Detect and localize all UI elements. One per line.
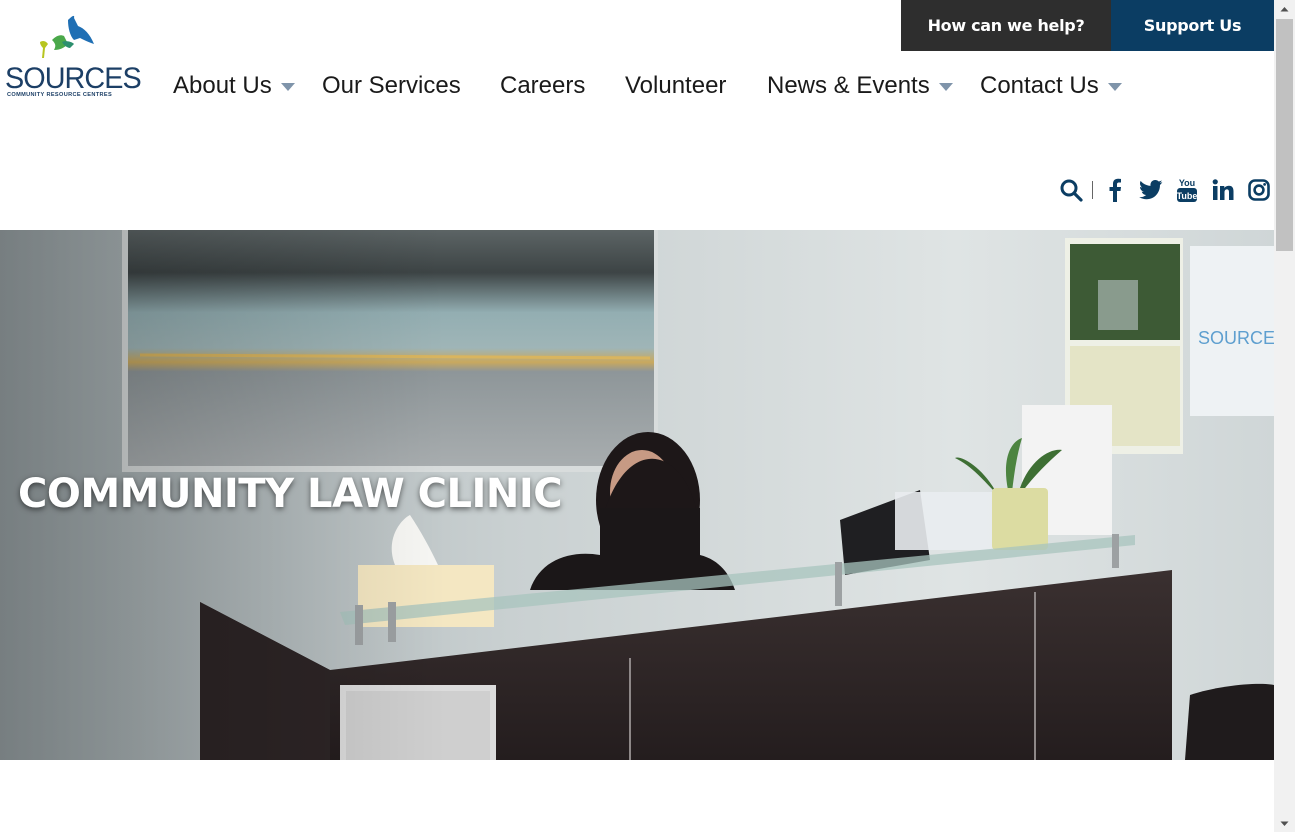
sources-logo[interactable]: SOURCES COMMUNITY RESOURCE CENTRES	[4, 14, 142, 100]
logo-birds-icon	[40, 15, 94, 58]
youtube-text-bottom: Tube	[1177, 191, 1198, 201]
facebook-icon[interactable]	[1102, 176, 1128, 204]
scroll-down-arrow-icon[interactable]	[1274, 815, 1295, 832]
nav-label: Contact Us	[980, 72, 1099, 99]
nav-item-volunteer[interactable]: Volunteer	[625, 70, 726, 102]
linkedin-icon[interactable]	[1210, 176, 1236, 204]
logo-tagline: COMMUNITY RESOURCE CENTRES	[7, 92, 113, 98]
chevron-down-icon	[280, 83, 295, 91]
nav-item-careers[interactable]: Careers	[500, 70, 585, 102]
divider	[1092, 181, 1093, 199]
youtube-icon[interactable]: You Tube	[1174, 176, 1200, 204]
nav-label: Volunteer	[625, 72, 727, 99]
page: How can we help? Support Us SOURCES COMM…	[0, 0, 1274, 832]
nav-item-our-services[interactable]: Our Services	[322, 70, 461, 102]
instagram-icon[interactable]	[1246, 176, 1272, 204]
nav-item-news-events[interactable]: News & Events	[767, 70, 953, 102]
chevron-down-icon	[938, 83, 953, 91]
nav-label: Our Services	[322, 72, 461, 99]
scroll-up-arrow-icon[interactable]	[1274, 0, 1295, 17]
page-title: COMMUNITY LAW CLINIC	[18, 471, 563, 517]
chevron-down-icon	[1107, 83, 1122, 91]
how-can-we-help-button[interactable]: How can we help?	[901, 0, 1111, 51]
support-us-button[interactable]: Support Us	[1111, 0, 1274, 51]
youtube-text-top: You	[1179, 178, 1195, 188]
search-icon[interactable]	[1058, 176, 1084, 204]
scrollbar-thumb[interactable]	[1276, 19, 1293, 251]
nav-label: About Us	[173, 72, 272, 99]
nav-label: Careers	[500, 72, 586, 99]
twitter-icon[interactable]	[1138, 176, 1164, 204]
nav-label: News & Events	[767, 72, 930, 99]
vertical-scrollbar[interactable]	[1274, 0, 1295, 832]
nav-item-about-us[interactable]: About Us	[173, 70, 295, 102]
logo-wordmark: SOURCES	[5, 62, 142, 95]
hero-banner: SOURCES	[0, 230, 1274, 760]
nav-item-contact-us[interactable]: Contact Us	[980, 70, 1122, 102]
